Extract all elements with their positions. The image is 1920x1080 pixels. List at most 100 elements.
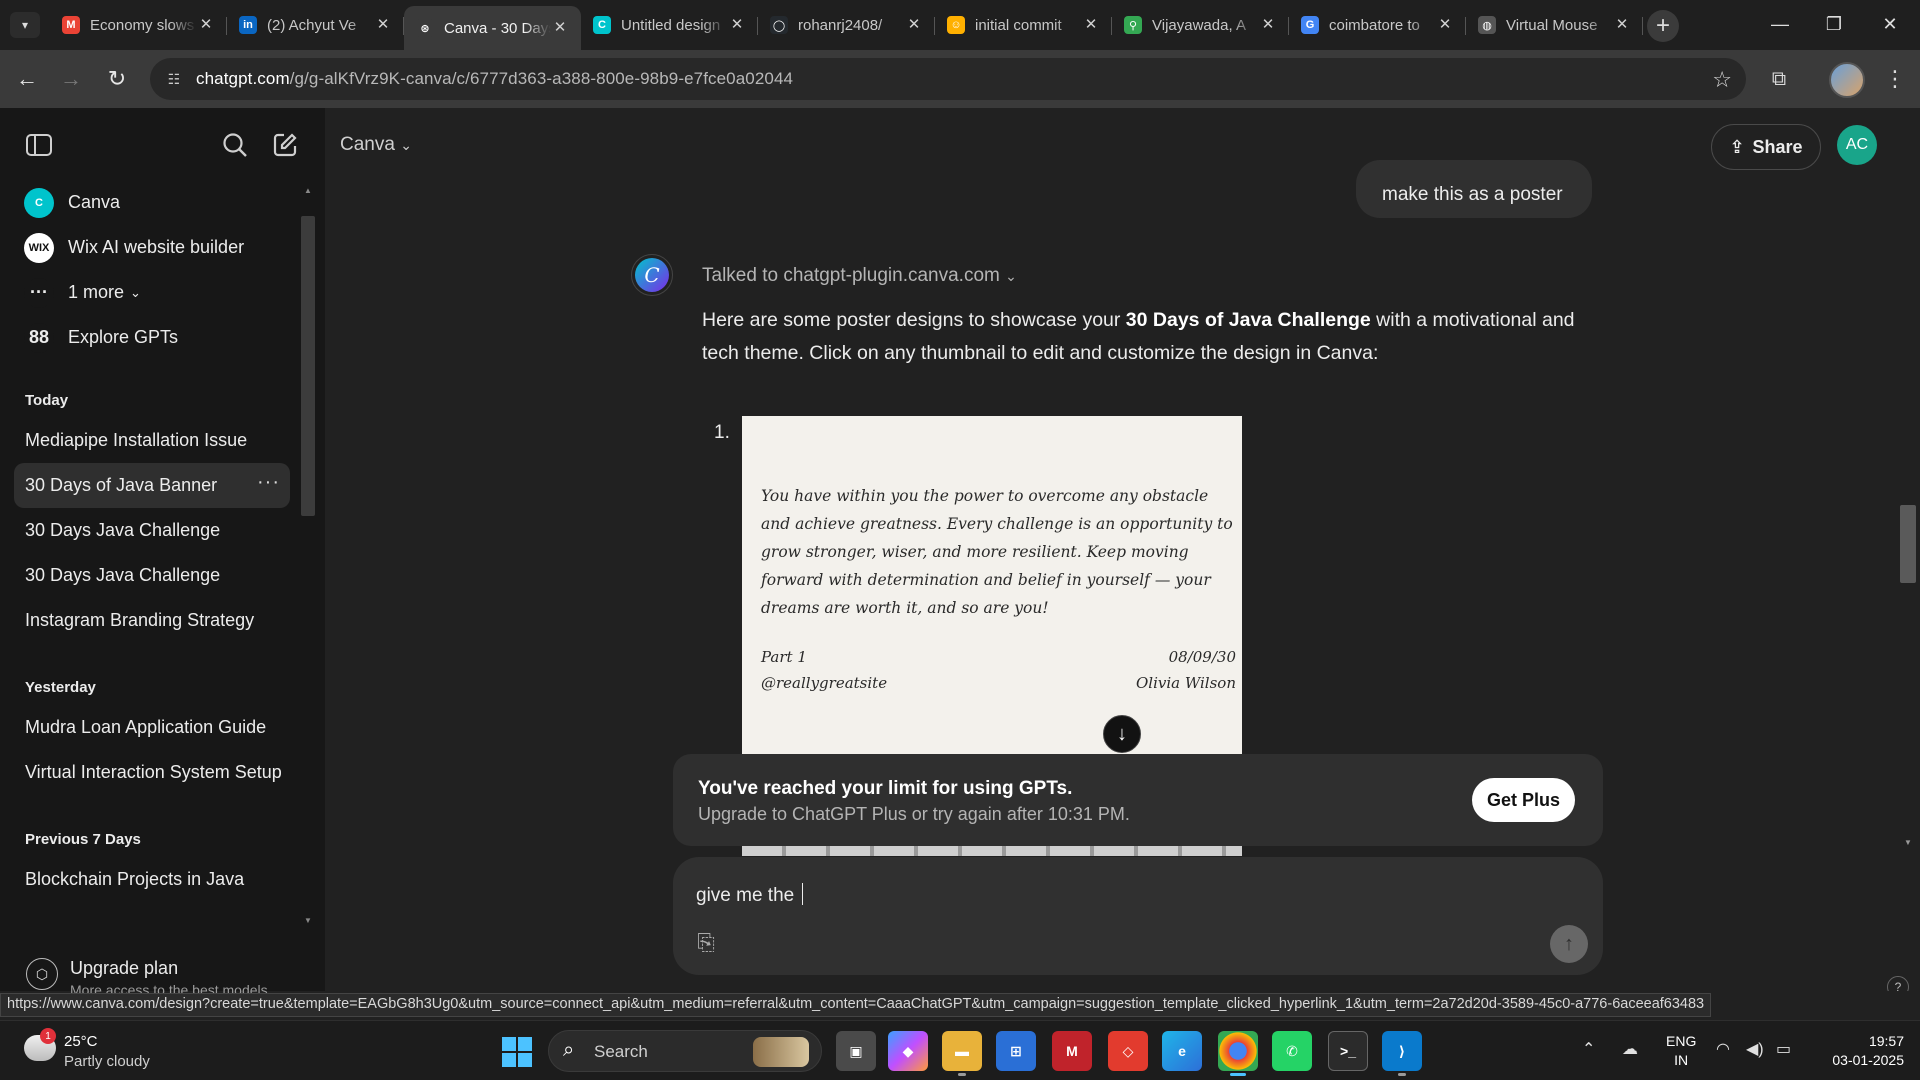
restore-icon[interactable]: ❐ — [1806, 0, 1862, 48]
terminal-icon[interactable]: >_ — [1328, 1031, 1368, 1071]
close-window-icon[interactable]: ✕ — [1862, 0, 1918, 48]
volume-icon[interactable]: ◀) — [1746, 1039, 1764, 1059]
tab-close-icon[interactable]: ✕ — [1613, 16, 1631, 34]
tab-title: Vijayawada, A — [1152, 16, 1246, 34]
sidebar-chat-item[interactable]: Mediapipe Installation Issue — [14, 418, 290, 463]
sidebar-chat-item[interactable]: Mudra Loan Application Guide — [14, 705, 290, 750]
sidebar-gpt-item[interactable]: C Canva — [0, 180, 300, 225]
minimize-icon[interactable]: — — [1752, 0, 1808, 48]
language-indicator[interactable]: ENG IN — [1666, 1032, 1696, 1070]
sidebar-gpt-item[interactable]: WIX Wix AI website builder — [0, 225, 300, 270]
url-text[interactable]: chatgpt.com/g/g-alKfVrz9K-canva/c/6777d3… — [196, 69, 793, 89]
tab-title: Untitled design — [621, 16, 721, 34]
tab-close-icon[interactable]: ✕ — [728, 16, 746, 34]
more-options-icon[interactable]: ··· — [257, 471, 280, 494]
browser-tab[interactable]: ◯ rohanrj2408/ ✕ — [758, 6, 935, 44]
sidebar-section-title: Today — [25, 392, 69, 409]
browser-tab[interactable]: ◍ Virtual Mouse ✕ — [1466, 6, 1643, 44]
sidebar-gpt-item[interactable]: 88 Explore GPTs — [0, 315, 300, 360]
sidebar-chat-item[interactable]: 30 Days Java Challenge — [14, 508, 290, 553]
sidebar-chat-item[interactable]: Blockchain Projects in Java — [14, 857, 290, 902]
browser-tab[interactable]: ⚲ Vijayawada, A ✕ — [1112, 6, 1289, 44]
forward-icon[interactable]: → — [56, 64, 86, 94]
tab-close-icon[interactable]: ✕ — [197, 16, 215, 34]
search-icon: ⌕ — [563, 1039, 575, 1061]
attach-icon[interactable]: ⎘ — [692, 929, 720, 957]
onedrive-icon[interactable]: ☁ — [1622, 1039, 1638, 1059]
tab-title: Virtual Mouse — [1506, 16, 1598, 34]
sidebar-scrollbar[interactable] — [301, 216, 315, 516]
get-plus-button[interactable]: Get Plus — [1472, 778, 1575, 822]
tab-close-icon[interactable]: ✕ — [374, 16, 392, 34]
battery-icon[interactable]: ▭ — [1776, 1039, 1791, 1059]
message-composer[interactable]: give me the ⎘ ↑ — [673, 857, 1603, 975]
model-selector[interactable]: Canva ⌄ — [340, 134, 412, 156]
scroll-to-bottom-button[interactable]: ↓ — [1103, 715, 1141, 753]
browser-tab-bar: ▾ M Economy slows ✕ in (2) Achyut Ve ✕ ⊛ Canva … — [0, 0, 1920, 50]
reload-icon[interactable]: ↻ — [102, 64, 132, 94]
sidebar-chat-item[interactable]: 30 Days Java Challenge — [14, 553, 290, 598]
tab-close-icon[interactable]: ✕ — [1259, 16, 1277, 34]
back-icon[interactable]: ← — [12, 64, 42, 94]
search-highlight-image — [753, 1037, 809, 1067]
sidebar-gpt-item[interactable]: ··· 1 more ⌄ — [0, 270, 300, 315]
browser-tab[interactable]: M Economy slows ✕ — [50, 6, 227, 44]
sidebar-chat-item[interactable]: 30 Days of Java Banner ··· — [14, 463, 290, 508]
sidebar-toggle-icon[interactable] — [22, 128, 56, 162]
sidebar-chat-item[interactable]: Virtual Interaction System Setup — [14, 750, 290, 795]
wifi-icon[interactable]: ◠ — [1716, 1039, 1730, 1059]
mcafee-icon[interactable]: M — [1052, 1031, 1092, 1071]
send-button[interactable]: ↑ — [1550, 925, 1588, 963]
search-icon[interactable] — [218, 128, 252, 162]
user-avatar[interactable]: AC — [1837, 125, 1877, 165]
sidebar-chat-item[interactable]: Instagram Branding Strategy — [14, 598, 290, 643]
system-clock[interactable]: 19:57 03-01-2025 — [1810, 1032, 1904, 1070]
tab-close-icon[interactable]: ✕ — [1082, 16, 1100, 34]
browser-tab[interactable]: ☺ initial commit ✕ — [935, 6, 1112, 44]
sidebar-scroll-down-icon[interactable]: ▼ — [303, 916, 313, 925]
chrome-icon[interactable] — [1218, 1031, 1258, 1076]
copilot-icon[interactable]: ◆ — [888, 1031, 928, 1071]
tab-title: initial commit — [975, 16, 1062, 34]
file-explorer-icon[interactable]: ▬ — [942, 1031, 982, 1076]
profile-avatar[interactable] — [1829, 62, 1865, 98]
help-icon[interactable]: ? — [1887, 976, 1909, 991]
tab-title: (2) Achyut Ve — [267, 16, 357, 34]
message-input[interactable]: give me the — [696, 883, 803, 907]
new-chat-icon[interactable] — [268, 128, 302, 162]
taskbar-search[interactable]: ⌕ Search — [548, 1030, 822, 1072]
omnibox[interactable]: ☷ chatgpt.com/g/g-alKfVrz9K-canva/c/6777… — [150, 58, 1746, 100]
whatsapp-icon[interactable]: ✆ — [1272, 1031, 1312, 1071]
poster-part: Part 1 @reallygreatsite — [761, 648, 888, 692]
weather-widget[interactable]: 1 25°C Partly cloudy — [20, 1028, 200, 1071]
edge-icon[interactable]: e — [1162, 1031, 1202, 1071]
chevron-down-icon: ⌄ — [130, 284, 141, 300]
tab-close-icon[interactable]: ✕ — [551, 19, 569, 37]
tab-close-icon[interactable]: ✕ — [1436, 16, 1454, 34]
browser-tab[interactable]: in (2) Achyut Ve ✕ — [227, 6, 404, 44]
tab-title: Canva - 30 Days — [444, 19, 551, 37]
tab-close-icon[interactable]: ✕ — [905, 16, 923, 34]
extensions-icon[interactable]: ⧉ — [1764, 64, 1794, 94]
tool-call-toggle[interactable]: Talked to chatgpt-plugin.canva.com ⌄ — [702, 265, 1017, 287]
new-tab-button[interactable]: + — [1647, 10, 1679, 42]
tab-search-button[interactable]: ▾ — [10, 12, 40, 38]
anydesk-icon[interactable]: ◇ — [1108, 1031, 1148, 1071]
vscode-icon[interactable]: ⟩ — [1382, 1031, 1422, 1076]
browser-tab[interactable]: C Untitled design ✕ — [581, 6, 758, 44]
sidebar-scroll-up-icon[interactable]: ▲ — [303, 186, 313, 195]
browser-menu-icon[interactable]: ⋮ — [1884, 64, 1906, 94]
microsoft-store-icon[interactable]: ⊞ — [996, 1031, 1036, 1071]
tab-title: Economy slows — [90, 16, 195, 34]
site-settings-icon[interactable]: ☷ — [164, 69, 184, 89]
main-scroll-down-icon[interactable]: ▼ — [1902, 838, 1914, 847]
task-view-icon[interactable]: ▣ — [836, 1031, 876, 1071]
upgrade-plan-button[interactable]: ⬡ Upgrade plan More access to the best m… — [26, 956, 306, 998]
bookmark-star-icon[interactable]: ☆ — [1712, 67, 1732, 93]
browser-tab[interactable]: Gcoimbatore to ✕ — [1289, 6, 1466, 44]
share-button[interactable]: ⇪ Share — [1711, 124, 1821, 170]
show-hidden-icons[interactable]: ⌃ — [1582, 1039, 1595, 1059]
browser-tab[interactable]: ⊛ Canva - 30 Days ✕ — [404, 6, 581, 50]
start-button[interactable] — [502, 1037, 532, 1067]
main-scrollbar[interactable] — [1900, 505, 1916, 583]
